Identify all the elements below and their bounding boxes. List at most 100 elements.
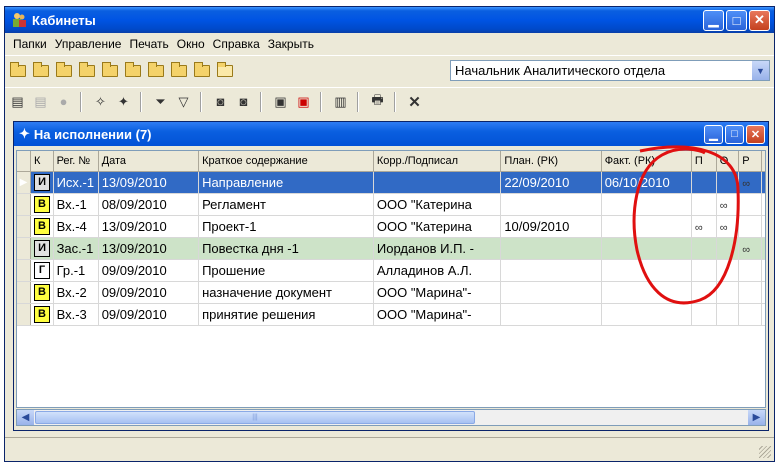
column-header[interactable]: О (716, 151, 740, 172)
folder-icon[interactable] (99, 61, 120, 81)
export-icon[interactable]: ▥ (330, 92, 351, 112)
cell-r (738, 281, 762, 304)
scroll-left-icon[interactable]: ◀ (17, 410, 34, 425)
user-disabled-icon[interactable]: ● (53, 92, 74, 112)
department-select[interactable]: Начальник Аналитического отдела ▼ (450, 60, 770, 81)
cell-reg: Вх.-3 (53, 303, 99, 326)
scrollbar-thumb[interactable]: ||| (35, 411, 475, 424)
close-button[interactable]: ✕ (749, 9, 770, 31)
column-header[interactable]: Факт. (РК) (601, 151, 692, 172)
title-bar[interactable]: Кабинеты ▁ □ ✕ (5, 7, 774, 33)
open-document-icon[interactable]: ▤ (7, 92, 28, 112)
table-row[interactable]: И Зас.-1 13/09/2010 Повестка дня -1 Иорданов… (17, 237, 765, 260)
menu-item[interactable]: Печать (125, 37, 172, 51)
row-indicator (17, 237, 32, 260)
cell-p (691, 281, 717, 304)
folder-icon[interactable] (7, 61, 28, 81)
horizontal-scrollbar[interactable]: ◀ ||| ▶ (16, 409, 766, 426)
column-header[interactable]: К (30, 151, 54, 172)
menu-item[interactable]: Папки (9, 37, 51, 51)
cell-r (738, 215, 762, 238)
cell-fact (601, 281, 692, 304)
column-header[interactable]: Рег. № (53, 151, 99, 172)
cell-o (716, 237, 740, 260)
folder-icon[interactable] (168, 61, 189, 81)
delete-document-icon[interactable]: ▣ (293, 92, 314, 112)
maximize-button[interactable]: □ (726, 9, 747, 31)
column-header[interactable]: П (691, 151, 717, 172)
cell-author (761, 303, 765, 326)
filter-clear-icon[interactable]: ▽ (173, 92, 194, 112)
new-document-2-icon[interactable]: ✦ (113, 92, 134, 112)
print-icon[interactable]: 🖶 (367, 92, 388, 112)
cell-r: ∞ (738, 237, 762, 260)
toolbar-folders: Начальник Аналитического отдела ▼ (5, 55, 774, 85)
child-minimize-button[interactable]: ▁ (704, 124, 723, 144)
child-title-bar[interactable]: ✦ На исполнении (7) ▁ □ ✕ (14, 122, 768, 146)
table-row[interactable]: Г Гр.-1 09/09/2010 Прошение Алладинов А.Л. (17, 259, 765, 282)
folder-icon[interactable] (76, 61, 97, 81)
minimize-button[interactable]: ▁ (703, 9, 724, 31)
menu-item[interactable]: Окно (173, 37, 209, 51)
child-close-button[interactable]: ✕ (746, 124, 765, 144)
column-header[interactable]: Дата (98, 151, 200, 172)
menu-item[interactable]: Управление (51, 37, 126, 51)
cell-p (691, 171, 717, 194)
toolbar-separator (320, 91, 322, 112)
table-row[interactable]: В Вх.-4 13/09/2010 Проект-1 ООО "Катерина 10/… (17, 215, 765, 238)
binoculars-icon[interactable]: ◙ (210, 92, 231, 112)
cell-reg: Вх.-1 (53, 193, 99, 216)
cell-plan (500, 281, 602, 304)
cell-o: ∞ (716, 215, 740, 238)
column-header[interactable]: Автор/Н (761, 151, 765, 172)
cell-summary: Повестка дня -1 (198, 237, 374, 260)
cell-fact (601, 193, 692, 216)
resize-grip-icon[interactable] (759, 446, 771, 458)
folder-icon[interactable] (53, 61, 74, 81)
table-row[interactable]: В Вх.-2 09/09/2010 назначение документ ООО "… (17, 281, 765, 304)
toolbar-separator (394, 91, 396, 112)
cell-p (691, 237, 717, 260)
folder-icon[interactable] (191, 61, 212, 81)
row-indicator (17, 215, 32, 238)
glasses-icon: ∞ (719, 199, 728, 212)
toolbar-separator (80, 91, 82, 112)
table-row[interactable]: В Вх.-1 08/09/2010 Регламент ООО "Катерина ∞ (17, 193, 765, 216)
glasses-icon: ∞ (742, 243, 751, 256)
new-folder-icon[interactable] (214, 61, 235, 81)
column-header[interactable]: Краткое содержание (198, 151, 374, 172)
search-document-icon[interactable]: ▣ (270, 92, 291, 112)
table-row[interactable]: ▶ И Исх.-1 13/09/2010 Направление 22/09/2010 0… (17, 171, 765, 194)
chevron-down-icon[interactable]: ▼ (752, 61, 769, 80)
folder-icon[interactable] (122, 61, 143, 81)
row-indicator (17, 193, 32, 216)
documents-grid[interactable]: К Рег. № Дата Краткое содержание Корр./Подпи… (16, 150, 766, 408)
table-row[interactable]: В Вх.-3 09/09/2010 принятие решения ООО "Мар… (17, 303, 765, 326)
cell-plan (500, 237, 602, 260)
child-maximize-button[interactable]: □ (725, 124, 744, 144)
doc-type-cell: Г (30, 259, 54, 282)
close-icon[interactable]: ✕ (404, 92, 425, 112)
cell-p (691, 193, 717, 216)
cell-author (761, 281, 765, 304)
cell-date: 13/09/2010 (98, 237, 200, 260)
scroll-right-icon[interactable]: ▶ (748, 410, 765, 425)
filter-icon[interactable]: ⏷ (150, 92, 171, 112)
cell-fact: 06/10/2010 (601, 171, 692, 194)
column-header[interactable]: Корр./Подписал (373, 151, 502, 172)
toolbar-actions: ▤ ▤ ● ✧ ✦ ⏷ ▽ ◙ ◙ ▣ ▣ ▥ 🖶 ✕ (5, 87, 774, 115)
column-header[interactable] (17, 151, 32, 172)
cell-fact (601, 303, 692, 326)
folder-icon[interactable] (145, 61, 166, 81)
department-select-value: Начальник Аналитического отдела (455, 63, 666, 78)
document-disabled-icon[interactable]: ▤ (30, 92, 51, 112)
new-document-icon[interactable]: ✧ (90, 92, 111, 112)
cell-o (716, 171, 740, 194)
cell-summary: Направление (198, 171, 374, 194)
menu-item[interactable]: Справка (209, 37, 264, 51)
menu-item[interactable]: Закрыть (264, 37, 318, 51)
column-header[interactable]: План. (РК) (500, 151, 602, 172)
column-header[interactable]: Р (738, 151, 762, 172)
folder-icon[interactable] (30, 61, 51, 81)
binoculars-next-icon[interactable]: ◙ (233, 92, 254, 112)
